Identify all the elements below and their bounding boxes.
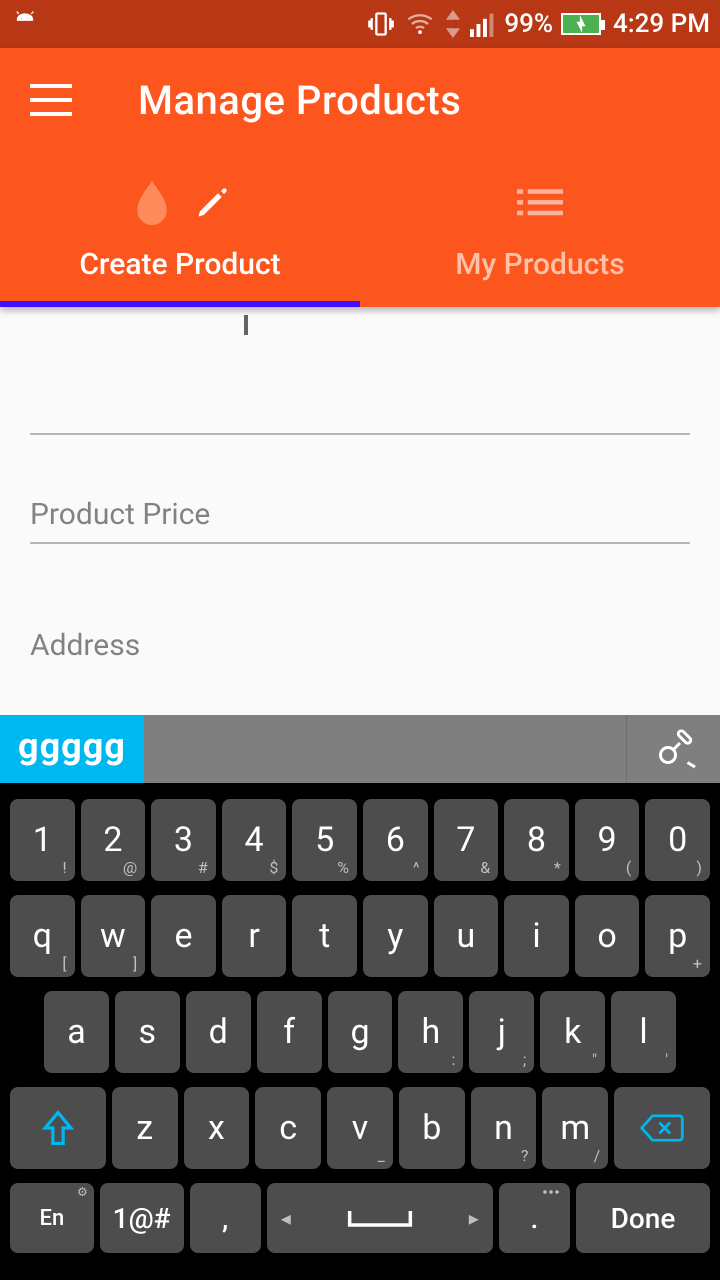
key-1[interactable]: 1! (10, 799, 75, 881)
key-row-1: 1!2@3#4$5%6^7&8*9(0) (10, 799, 710, 881)
key-done[interactable]: Done (576, 1183, 710, 1253)
vibrate-icon (366, 10, 396, 38)
key-5[interactable]: 5% (292, 799, 357, 881)
page-title: Manage Products (138, 77, 461, 124)
key-row-2: q[w]ertyuiop+ (10, 895, 710, 977)
key-row-3: asdfgh:j;k"l' (10, 991, 710, 1073)
menu-icon[interactable] (30, 84, 72, 116)
key-row-4: zxcv_bn?m/ (10, 1087, 710, 1169)
key-3[interactable]: 3# (151, 799, 216, 881)
key-space[interactable]: ◂ ▸ (267, 1183, 493, 1253)
tab-my-products[interactable]: My Products (360, 152, 720, 307)
tab-underline (0, 301, 360, 307)
keyboard-suggestion-bar: ggggg (0, 715, 720, 783)
key-comma[interactable]: , (190, 1183, 261, 1253)
suggestion-word[interactable]: ggggg (0, 715, 144, 783)
form-content: Product Price Address (0, 307, 720, 715)
key-t[interactable]: t (292, 895, 357, 977)
key-2[interactable]: 2@ (81, 799, 146, 881)
tab-create-product[interactable]: Create Product (0, 152, 360, 307)
key-s[interactable]: s (115, 991, 180, 1073)
key-n[interactable]: n? (471, 1087, 537, 1169)
key-v[interactable]: v_ (327, 1087, 393, 1169)
tabs: Create Product My Products (0, 152, 720, 307)
key-p[interactable]: p+ (645, 895, 710, 977)
placeholder: Product Price (30, 497, 210, 532)
key-r[interactable]: r (222, 895, 287, 977)
key-9[interactable]: 9( (575, 799, 640, 881)
key-c[interactable]: c (255, 1087, 321, 1169)
key-7[interactable]: 7& (434, 799, 499, 881)
key-u[interactable]: u (434, 895, 499, 977)
key-period[interactable]: . (499, 1183, 570, 1253)
key-d[interactable]: d (186, 991, 251, 1073)
android-icon (10, 9, 40, 39)
key-symbols[interactable]: 1@# (100, 1183, 184, 1253)
key-e[interactable]: e (151, 895, 216, 977)
wifi-icon (404, 10, 436, 38)
key-row-bottom: En 1@# , ◂ ▸ . Done (10, 1183, 710, 1253)
key-a[interactable]: a (44, 991, 109, 1073)
clock: 4:29 PM (613, 9, 710, 39)
caret-stub (244, 315, 248, 335)
tab-label: Create Product (79, 247, 280, 282)
drop-icon (130, 177, 174, 229)
key-h[interactable]: h: (398, 991, 463, 1073)
app-header: Manage Products Create Product (0, 48, 720, 307)
key-o[interactable]: o (575, 895, 640, 977)
suggestion-empty[interactable] (144, 715, 626, 783)
status-right: 99% 4:29 PM (366, 9, 710, 39)
key-backspace[interactable] (614, 1087, 710, 1169)
data-arrows-icon (444, 10, 462, 38)
list-icon (517, 186, 563, 220)
key-6[interactable]: 6^ (363, 799, 428, 881)
keyboard-settings-icon[interactable] (626, 715, 720, 783)
key-0[interactable]: 0) (645, 799, 710, 881)
key-y[interactable]: y (363, 895, 428, 977)
key-b[interactable]: b (399, 1087, 465, 1169)
battery-icon (561, 13, 601, 35)
key-i[interactable]: i (504, 895, 569, 977)
key-language[interactable]: En (10, 1183, 94, 1253)
placeholder: Address (30, 628, 140, 663)
key-shift[interactable] (10, 1087, 106, 1169)
key-f[interactable]: f (257, 991, 322, 1073)
key-l[interactable]: l' (611, 991, 676, 1073)
battery-percent: 99% (504, 9, 553, 39)
status-bar: 99% 4:29 PM (0, 0, 720, 48)
key-8[interactable]: 8* (504, 799, 569, 881)
input-product-price[interactable]: Product Price (30, 435, 690, 544)
key-m[interactable]: m/ (542, 1087, 608, 1169)
key-x[interactable]: x (184, 1087, 250, 1169)
signal-icon (470, 10, 496, 38)
key-j[interactable]: j; (469, 991, 534, 1073)
key-4[interactable]: 4$ (222, 799, 287, 881)
key-g[interactable]: g (328, 991, 393, 1073)
input-previous[interactable] (30, 329, 690, 435)
tab-label: My Products (455, 247, 624, 282)
key-z[interactable]: z (112, 1087, 178, 1169)
key-w[interactable]: w] (81, 895, 146, 977)
input-address[interactable]: Address (30, 544, 690, 673)
key-q[interactable]: q[ (10, 895, 75, 977)
soft-keyboard: 1!2@3#4$5%6^7&8*9(0) q[w]ertyuiop+ asdfg… (0, 783, 720, 1280)
status-left (10, 9, 40, 39)
pencil-icon (194, 185, 230, 221)
key-k[interactable]: k" (540, 991, 605, 1073)
